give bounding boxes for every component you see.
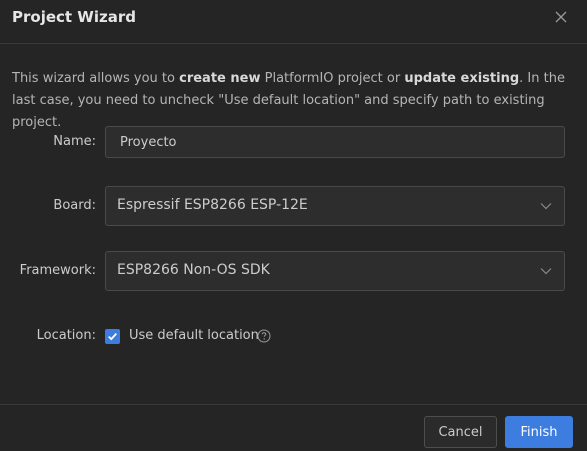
checkmark-icon xyxy=(108,332,117,341)
close-button[interactable] xyxy=(550,6,572,28)
description-text: PlatformIO project or xyxy=(260,71,405,86)
chevron-down-icon xyxy=(540,203,552,210)
framework-select-value: ESP8266 Non-OS SDK xyxy=(117,262,270,278)
description-bold-update: update existing xyxy=(404,71,520,86)
board-select[interactable]: Espressif ESP8266 ESP-12E xyxy=(105,186,565,226)
use-default-location-checkbox[interactable] xyxy=(105,329,120,344)
help-circle-icon[interactable] xyxy=(257,329,271,343)
dialog-footer: Cancel Finish xyxy=(0,404,587,451)
board-select-value: Espressif ESP8266 ESP-12E xyxy=(117,197,308,213)
cancel-button[interactable]: Cancel xyxy=(424,416,497,448)
framework-select[interactable]: ESP8266 Non-OS SDK xyxy=(105,251,565,291)
wizard-description: This wizard allows you to create new Pla… xyxy=(12,68,572,134)
name-input[interactable]: Proyecto xyxy=(105,126,565,158)
name-input-value: Proyecto xyxy=(120,135,177,150)
framework-label: Framework: xyxy=(19,263,96,278)
project-wizard-dialog: Project Wizard This wizard allows you to… xyxy=(0,0,587,451)
close-icon xyxy=(555,11,567,23)
name-label: Name: xyxy=(53,134,96,149)
use-default-location-label[interactable]: Use default location xyxy=(129,328,259,343)
dialog-title: Project Wizard xyxy=(12,8,136,26)
chevron-down-icon xyxy=(540,268,552,275)
description-text: This wizard allows you to xyxy=(12,71,180,86)
finish-button[interactable]: Finish xyxy=(505,416,573,448)
dialog-header: Project Wizard xyxy=(0,0,587,44)
location-label: Location: xyxy=(36,328,96,343)
description-bold-create: create new xyxy=(179,71,261,86)
board-label: Board: xyxy=(53,198,96,213)
